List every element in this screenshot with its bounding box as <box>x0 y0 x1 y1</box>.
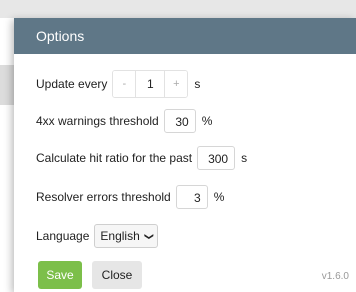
resolver-errors-input[interactable]: 3 <box>175 185 208 209</box>
hit-ratio-input[interactable]: 300 <box>197 146 236 170</box>
update-every-input[interactable]: 1 <box>135 71 166 97</box>
hit-ratio-label: Calculate hit ratio for the past <box>36 151 193 165</box>
dialog-title: Options <box>14 18 356 54</box>
warnings-4xx-row: 4xx warnings threshold 30 % <box>36 108 212 134</box>
options-dialog: Options Update every - 1 + s 4xx warning… <box>14 18 356 292</box>
update-every-label: Update every <box>36 77 108 91</box>
language-selected-value: English <box>100 229 140 243</box>
hit-ratio-unit: s <box>241 151 248 165</box>
save-button[interactable]: Save <box>38 261 82 289</box>
warnings-4xx-input[interactable]: 30 <box>163 109 196 133</box>
resolver-errors-label: Resolver errors threshold <box>36 190 171 204</box>
hit-ratio-row: Calculate hit ratio for the past 300 s <box>36 145 247 171</box>
background-page <box>0 0 356 18</box>
language-select[interactable]: English ❯ <box>94 224 159 248</box>
decrement-button[interactable]: - <box>113 71 136 97</box>
language-label: Language <box>36 229 90 243</box>
version-label: v1.6.0 <box>321 271 349 282</box>
increment-button[interactable]: + <box>165 71 188 97</box>
background-element <box>0 65 14 105</box>
language-row: Language English ❯ <box>36 224 159 248</box>
warnings-4xx-unit: % <box>201 114 213 128</box>
resolver-errors-row: Resolver errors threshold 3 % <box>36 184 224 210</box>
resolver-errors-unit: % <box>213 190 225 204</box>
chevron-down-icon: ❯ <box>144 232 155 240</box>
update-every-stepper: - 1 + <box>112 70 189 98</box>
update-every-unit: s <box>194 77 201 91</box>
warnings-4xx-label: 4xx warnings threshold <box>36 114 159 128</box>
update-every-row: Update every - 1 + s <box>36 70 200 98</box>
close-button[interactable]: Close <box>92 261 142 289</box>
